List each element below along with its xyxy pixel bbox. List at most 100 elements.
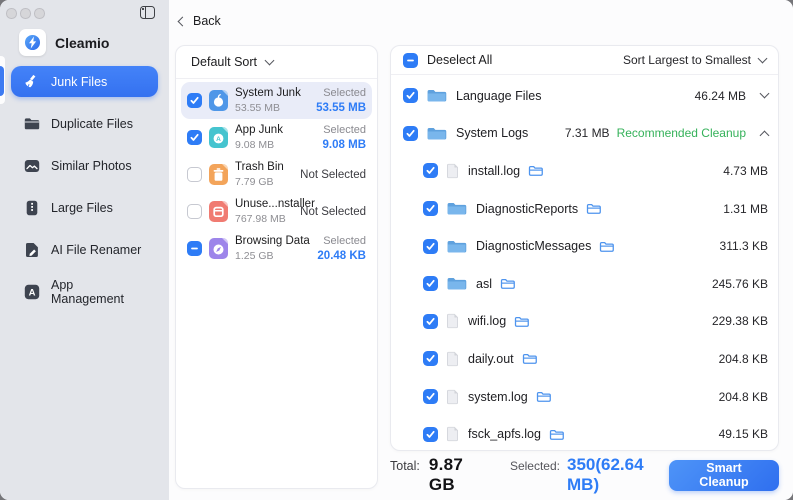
category-checkbox[interactable]: [187, 204, 202, 219]
chevron-left-icon: [177, 16, 188, 26]
folder-icon: [446, 238, 467, 255]
reveal-in-finder-icon[interactable]: [536, 390, 551, 403]
system-junk-icon: [209, 90, 228, 111]
back-label: Back: [193, 14, 221, 28]
category-checkbox[interactable]: [187, 93, 202, 108]
background-window-fragment: [0, 66, 4, 96]
sidebar-item-large-files[interactable]: Large Files: [11, 192, 158, 223]
summary-footer: Total: 9.87 GB Selected: 350(62.64 MB) S…: [390, 455, 779, 495]
reveal-in-finder-icon[interactable]: [599, 240, 615, 253]
file-checkbox[interactable]: [423, 238, 438, 254]
reveal-in-finder-icon[interactable]: [522, 352, 537, 365]
default-sort-label: Default Sort: [191, 55, 258, 69]
sidebar-item-ai-file-renamer[interactable]: AI File Renamer: [11, 234, 158, 265]
recommended-cleanup-tag: Recommended Cleanup: [616, 126, 746, 141]
category-checkbox[interactable]: [187, 130, 202, 145]
svg-text:A: A: [216, 136, 221, 143]
file-checkbox[interactable]: [403, 125, 418, 141]
svg-text:A: A: [29, 287, 36, 298]
sidebar-item-junk-files[interactable]: Junk Files: [11, 66, 158, 97]
file-checkbox[interactable]: [423, 389, 438, 405]
reveal-in-finder-icon[interactable]: [500, 277, 515, 290]
file-checkbox[interactable]: [423, 163, 438, 179]
category-checkbox[interactable]: [187, 241, 202, 256]
chevron-down-icon: [759, 88, 770, 99]
expand-toggle[interactable]: [746, 88, 770, 99]
back-button[interactable]: Back: [177, 14, 221, 28]
file-row[interactable]: asl 245.76 KB: [403, 265, 768, 303]
file-row[interactable]: daily.out 204.8 KB: [403, 340, 768, 378]
reveal-in-finder-icon[interactable]: [514, 315, 530, 328]
sidebar-item-app-management[interactable]: A App Management: [11, 276, 158, 307]
folder-icon: [426, 125, 447, 142]
category-list: System Junk 53.55 MB Selected 53.55 MB A…: [176, 79, 377, 270]
file-icon: [446, 163, 459, 179]
selected-label: Selected:: [509, 459, 560, 473]
category-row[interactable]: A App Junk 9.08 MB Selected 9.08 MB: [181, 119, 372, 156]
trash-bin-icon: [209, 164, 228, 185]
stack-icon: [23, 199, 41, 217]
selected-group: Selected: 350(62.64 MB): [480, 455, 657, 495]
deselect-all-checkbox[interactable]: [403, 52, 418, 68]
file-row[interactable]: DiagnosticReports 1.31 MB: [403, 190, 768, 228]
total-label: Total:: [390, 459, 420, 473]
selected-value: 350(62.64 MB): [567, 455, 644, 494]
file-row[interactable]: system.log 204.8 KB: [403, 378, 768, 416]
category-checkbox[interactable]: [187, 167, 202, 182]
file-checkbox[interactable]: [423, 313, 438, 329]
file-panel-header: Deselect All Sort Largest to Smallest: [391, 46, 778, 75]
browsing-data-icon: [209, 238, 228, 259]
main-area: Back Default Sort System Junk 53.55 MB S…: [169, 0, 793, 500]
category-row[interactable]: Unuse...nstaller 767.98 MB Not Selected: [181, 193, 372, 230]
chevron-up-icon: [759, 130, 770, 141]
cleamio-logo-icon: [19, 29, 46, 56]
folder-icon: [426, 87, 447, 104]
file-row[interactable]: fsck_apfs.log 49.15 KB: [403, 415, 768, 450]
sidebar-item-duplicate-files[interactable]: Duplicate Files: [11, 108, 158, 139]
folder-icon: [446, 200, 467, 217]
category-panel: Default Sort System Junk 53.55 MB Select…: [175, 45, 378, 489]
reveal-in-finder-icon[interactable]: [528, 164, 544, 177]
default-sort-dropdown[interactable]: Default Sort: [176, 46, 377, 79]
rename-icon: [23, 241, 41, 259]
sidebar-item-similar-photos[interactable]: Similar Photos: [11, 150, 158, 181]
file-checkbox[interactable]: [423, 426, 438, 442]
smart-cleanup-button[interactable]: Smart Cleanup: [668, 459, 779, 491]
sort-order-label: Sort Largest to Smallest: [622, 53, 751, 67]
file-checkbox[interactable]: [403, 88, 418, 104]
reveal-in-finder-icon[interactable]: [586, 202, 602, 215]
sort-order-dropdown[interactable]: Sort Largest to Smallest: [622, 53, 768, 67]
chevron-down-icon: [264, 55, 275, 65]
uninstaller-icon: [209, 201, 228, 222]
app-window: Cleamio Junk Files Duplicate Files Simil…: [0, 0, 793, 500]
sidebar-menu: Junk Files Duplicate Files Similar Photo…: [11, 66, 158, 318]
file-row[interactable]: Language Files 46.24 MB: [403, 77, 770, 115]
file-list: Language Files 46.24 MB System Logs 7.31…: [391, 75, 778, 450]
zoom-window-button[interactable]: [34, 8, 45, 19]
category-row[interactable]: Trash Bin 7.79 GB Not Selected: [181, 156, 372, 193]
category-row[interactable]: System Junk 53.55 MB Selected 53.55 MB: [181, 82, 372, 119]
app-logo-row: Cleamio: [19, 29, 109, 56]
app-name: Cleamio: [55, 34, 110, 51]
file-checkbox[interactable]: [423, 351, 438, 367]
expand-toggle[interactable]: [746, 128, 770, 141]
file-row[interactable]: DiagnosticMessages 311.3 KB: [403, 227, 768, 265]
reveal-in-finder-icon[interactable]: [549, 428, 564, 441]
close-window-button[interactable]: [6, 8, 17, 19]
file-checkbox[interactable]: [423, 201, 438, 217]
file-row[interactable]: install.log 4.73 MB: [403, 152, 768, 190]
file-icon: [446, 426, 459, 442]
total-value: 9.87 GB: [428, 455, 464, 494]
minimize-window-button[interactable]: [20, 8, 31, 19]
photos-icon: [23, 157, 41, 175]
file-icon: [446, 389, 459, 405]
broom-icon: [23, 73, 41, 91]
deselect-all-label: Deselect All: [427, 53, 493, 67]
file-row[interactable]: System Logs 7.31 MB Recommended Cleanup: [403, 115, 770, 153]
category-row[interactable]: Browsing Data 1.25 GB Selected 20.48 KB: [181, 230, 372, 267]
file-row[interactable]: wifi.log 229.38 KB: [403, 303, 768, 341]
chevron-down-icon: [757, 53, 768, 63]
file-checkbox[interactable]: [423, 276, 438, 292]
folder-icon: [23, 115, 41, 133]
sidebar-toggle-icon[interactable]: [140, 6, 155, 19]
